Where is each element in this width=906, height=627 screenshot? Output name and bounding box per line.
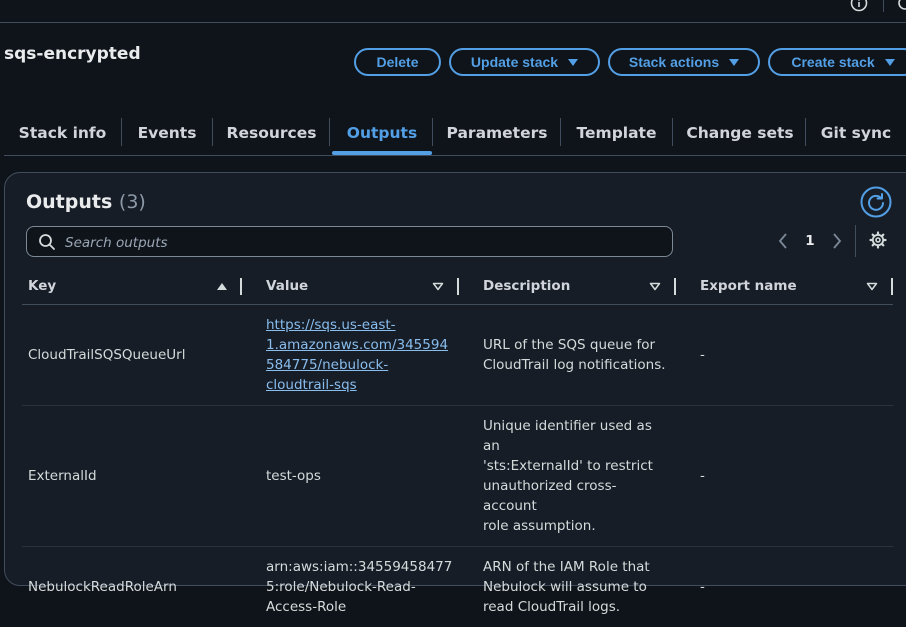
caret-down-icon [568, 59, 578, 66]
tab-template[interactable]: Template [570, 112, 663, 154]
caret-down-icon [729, 59, 739, 66]
create-stack-button-label: Create stack [791, 54, 874, 70]
value-line: arn:aws:iam::34559458477 [266, 559, 452, 575]
outputs-title: Outputs (3) [26, 191, 146, 213]
column-header-description[interactable]: Description [459, 268, 676, 305]
column-header-key[interactable]: Key [22, 268, 242, 305]
tab-outputs[interactable]: Outputs [332, 112, 432, 154]
description-line: role assumption. [483, 518, 596, 534]
output-key: ExternalId [22, 406, 242, 547]
value-line: Access-Role [266, 599, 346, 615]
tab-separator [672, 118, 673, 146]
column-header-value-label: Value [266, 278, 308, 294]
description-line: URL of the SQS queue for [483, 337, 655, 353]
column-header-export-name[interactable]: Export name [676, 268, 893, 305]
output-key: CloudTrailSQSQueueUrl [22, 305, 242, 406]
search-field[interactable] [26, 226, 673, 257]
column-header-value[interactable]: Value [242, 268, 459, 305]
table-row: ExternalId test-ops Unique identifier us… [22, 406, 893, 547]
update-stack-button[interactable]: Update stack [449, 48, 600, 76]
delete-button[interactable]: Delete [354, 48, 441, 76]
chevron-left-icon[interactable] [777, 231, 789, 251]
sort-icon[interactable] [432, 282, 444, 291]
value-line: cloudtrail-sqs [266, 377, 357, 393]
description-line: CloudTrail log notifications. [483, 357, 666, 373]
value-line: 584775/nebulock- [266, 357, 388, 373]
gear-icon[interactable] [869, 231, 887, 249]
output-description: ARN of the IAM Role that Nebulock will a… [459, 547, 676, 627]
tab-separator [121, 118, 122, 146]
outputs-panel: Outputs (3) 1 [4, 172, 906, 586]
delete-button-label: Delete [376, 54, 418, 70]
tab-parameters[interactable]: Parameters [442, 112, 552, 154]
stack-actions-button-label: Stack actions [629, 54, 719, 70]
column-header-description-label: Description [483, 278, 570, 294]
output-value: test-ops [242, 406, 459, 547]
tab-git-sync[interactable]: Git sync [815, 112, 897, 154]
output-value: https://sqs.us-east- 1.amazonaws.com/345… [242, 305, 459, 406]
table-row: NebulockReadRoleArn arn:aws:iam::3455945… [22, 547, 893, 627]
output-description: Unique identifier used as an 'sts:Extern… [459, 406, 676, 547]
column-header-export-name-label: Export name [700, 278, 797, 294]
output-export-name: - [676, 547, 893, 627]
sort-icon[interactable] [866, 282, 878, 291]
tab-stack-info[interactable]: Stack info [14, 112, 111, 154]
tab-events[interactable]: Events [131, 112, 203, 154]
topbar-divider [883, 0, 884, 12]
value-line: https://sqs.us-east- [266, 317, 396, 333]
description-line: 'sts:ExternalId' to restrict [483, 458, 653, 474]
pagination-divider [855, 225, 856, 257]
output-value: arn:aws:iam::34559458477 5:role/Nebulock… [242, 547, 459, 627]
tab-resources[interactable]: Resources [222, 112, 321, 154]
output-key: NebulockReadRoleArn [22, 547, 242, 627]
table-header-row: Key Value Description [22, 268, 893, 305]
tab-separator [560, 118, 561, 146]
stack-actions-button[interactable]: Stack actions [608, 48, 760, 76]
search-input[interactable] [63, 231, 667, 254]
caret-down-icon [885, 59, 895, 66]
create-stack-button[interactable]: Create stack [768, 48, 906, 76]
top-bar [0, 0, 906, 23]
search-icon [38, 233, 56, 251]
column-header-key-label: Key [28, 278, 56, 294]
tab-separator [805, 118, 806, 146]
stack-title: sqs-encrypted [4, 44, 141, 64]
description-line: Nebulock will assume to [483, 579, 647, 595]
stack-tabs: Stack info Events Resources Outputs Para… [4, 112, 906, 156]
description-line: read CloudTrail logs. [483, 599, 620, 615]
table-row: CloudTrailSQSQueueUrl https://sqs.us-eas… [22, 305, 893, 406]
page-number[interactable]: 1 [802, 231, 818, 251]
sort-ascending-icon[interactable] [216, 282, 228, 291]
value-line: 5:role/Nebulock-Read- [266, 579, 416, 595]
value-line: 1.amazonaws.com/345594 [266, 337, 448, 353]
outputs-title-label: Outputs [26, 191, 112, 213]
description-line: ARN of the IAM Role that [483, 559, 650, 575]
description-line: Unique identifier used as an [483, 418, 652, 454]
outputs-count: (3) [119, 191, 146, 213]
chevron-right-icon[interactable] [831, 231, 843, 251]
settings-icon[interactable] [896, 0, 906, 12]
tab-separator [329, 118, 330, 146]
tab-separator [432, 118, 433, 146]
value-line: test-ops [266, 468, 321, 484]
output-export-name: - [676, 305, 893, 406]
output-value-link[interactable]: https://sqs.us-east- 1.amazonaws.com/345… [266, 317, 448, 393]
column-resizer[interactable] [891, 278, 893, 295]
outputs-table: Key Value Description [22, 268, 893, 627]
sort-icon[interactable] [649, 282, 661, 291]
tab-separator [212, 118, 213, 146]
update-stack-button-label: Update stack [471, 54, 558, 70]
output-export-name: - [676, 406, 893, 547]
refresh-icon[interactable] [860, 186, 892, 218]
tab-change-sets[interactable]: Change sets [682, 112, 798, 154]
description-line: unauthorized cross-account [483, 478, 616, 514]
info-icon[interactable] [850, 0, 868, 12]
output-description: URL of the SQS queue for CloudTrail log … [459, 305, 676, 406]
